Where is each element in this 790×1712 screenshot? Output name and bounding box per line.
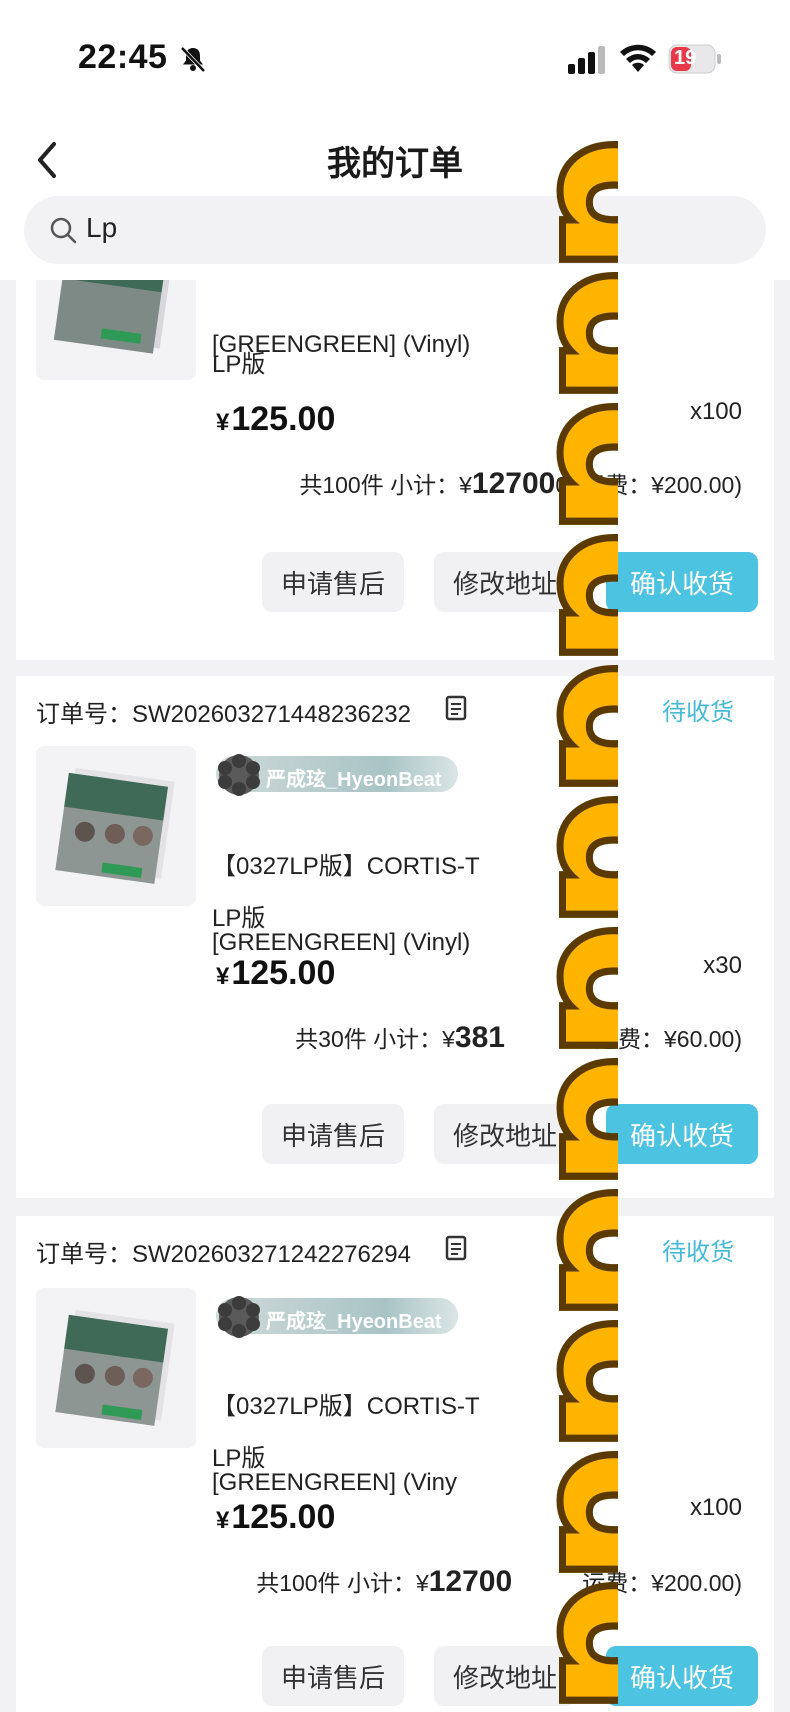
album-cover-image: [55, 767, 175, 884]
product-title-line1: 【0327LP版】CORTIS-T: [212, 1393, 480, 1420]
shop-name: 严成玹_HyeonBeat: [266, 1311, 442, 1333]
order-list[interactable]: [GREENGREEN] (Vinyl) LP版 ¥125.00 x100 共1…: [0, 280, 790, 1712]
shop-avatar-icon: [218, 1296, 260, 1338]
modify-address-button[interactable]: 修改地址: [434, 552, 576, 612]
subtotal-value: 12700: [471, 467, 556, 500]
confirm-receipt-button[interactable]: 确认收货: [606, 1646, 758, 1706]
price-value: 125.00: [231, 400, 336, 438]
order-summary: 共100件 小计：¥12700 运费：¥200.00): [256, 1564, 742, 1599]
battery-percent: 19: [674, 47, 697, 69]
product-price: ¥125.00: [216, 1498, 335, 1537]
after-sale-button[interactable]: 申请售后: [262, 552, 404, 612]
order-card: 订单号：SW202603271242276294 待收货 严成玹_HyeonBe…: [16, 1216, 774, 1712]
price-value: 125.00: [231, 954, 336, 992]
battery-indicator: 19: [668, 44, 724, 74]
product-thumbnail[interactable]: [36, 746, 196, 906]
copy-icon[interactable]: [444, 1234, 470, 1262]
order-number: 订单号：SW202603271242276294: [36, 1241, 411, 1268]
search-icon: [50, 217, 77, 244]
product-title[interactable]: [GREENGREEN] (Vinyl): [212, 288, 572, 364]
product-variant: LP版: [212, 905, 266, 932]
currency-symbol: ¥: [216, 1507, 230, 1534]
modify-address-button[interactable]: 修改地址: [434, 1104, 576, 1164]
search-input[interactable]: Lp: [24, 196, 766, 264]
cell-signal-icon: [568, 46, 605, 74]
shop-avatar-icon: [218, 754, 260, 796]
shop-name: 严成玹_HyeonBeat: [266, 769, 442, 791]
product-price: ¥125.00: [216, 400, 335, 439]
search-query: Lp: [86, 212, 118, 243]
page-header: 我的订单 Lp: [0, 110, 790, 280]
quantity: x30: [703, 952, 742, 979]
shop-tag[interactable]: 严成玹_HyeonBeat: [216, 754, 458, 796]
product-thumbnail[interactable]: [36, 1288, 196, 1448]
order-card: 订单号：SW202603271448236232 待收货 严成玹_HyeonBe…: [16, 676, 774, 1198]
album-cover-image: [55, 1309, 175, 1426]
order-status: 待收货: [662, 699, 734, 726]
subtotal-value: 381: [454, 1021, 505, 1054]
item-count: 共100件 小计：¥: [256, 1570, 429, 1596]
after-sale-button[interactable]: 申请售后: [262, 1104, 404, 1164]
product-title-line2: [GREENGREEN] (Viny: [212, 1469, 457, 1496]
subtotal-value: 12700: [428, 1565, 513, 1598]
confirm-receipt-button[interactable]: 确认收货: [606, 1104, 758, 1164]
order-summary: 共100件 小计：¥127000 (运费：¥200.00): [299, 466, 742, 501]
status-bar: 22:45 19: [0, 0, 790, 110]
product-price: ¥125.00: [216, 954, 335, 993]
order-summary: 共30件 小计：¥381 运费：¥60.00): [295, 1020, 742, 1055]
copy-icon[interactable]: [444, 694, 470, 722]
quantity: x100: [689, 1494, 742, 1521]
wifi-icon: [620, 44, 656, 72]
item-count: 共100件 小计：¥: [299, 472, 472, 498]
page-title: 我的订单: [327, 144, 463, 184]
shop-tag[interactable]: 严成玹_HyeonBeat: [216, 1296, 458, 1338]
quantity: x100: [689, 398, 742, 425]
order-card: [GREENGREEN] (Vinyl) LP版 ¥125.00 x100 共1…: [16, 280, 774, 660]
product-variant: LP版: [212, 351, 266, 378]
shipping-fee: 运费：¥200.00): [582, 1570, 742, 1596]
shipping-fee: 运费：¥60.00): [594, 1026, 742, 1052]
price-value: 125.00: [231, 1498, 336, 1536]
shipping-fee: 运费：¥200.00): [582, 472, 742, 498]
currency-symbol: ¥: [216, 963, 230, 990]
after-sale-button[interactable]: 申请售后: [262, 1646, 404, 1706]
subtotal-tail: 0 (: [555, 472, 583, 498]
order-number: 订单号：SW202603271448236232: [36, 701, 411, 728]
bell-muted-icon: [180, 46, 206, 73]
currency-symbol: ¥: [216, 409, 230, 436]
product-thumbnail[interactable]: [36, 280, 196, 380]
clock-time: 22:45: [78, 38, 168, 76]
order-status: 待收货: [662, 1239, 734, 1266]
product-variant: LP版: [212, 1445, 266, 1472]
product-title-line1: 【0327LP版】CORTIS-T: [212, 853, 480, 880]
modify-address-button[interactable]: 修改地址: [434, 1646, 576, 1706]
item-count: 共30件 小计：¥: [295, 1026, 455, 1052]
album-cover-image: [53, 280, 173, 354]
confirm-receipt-button[interactable]: 确认收货: [606, 552, 758, 612]
